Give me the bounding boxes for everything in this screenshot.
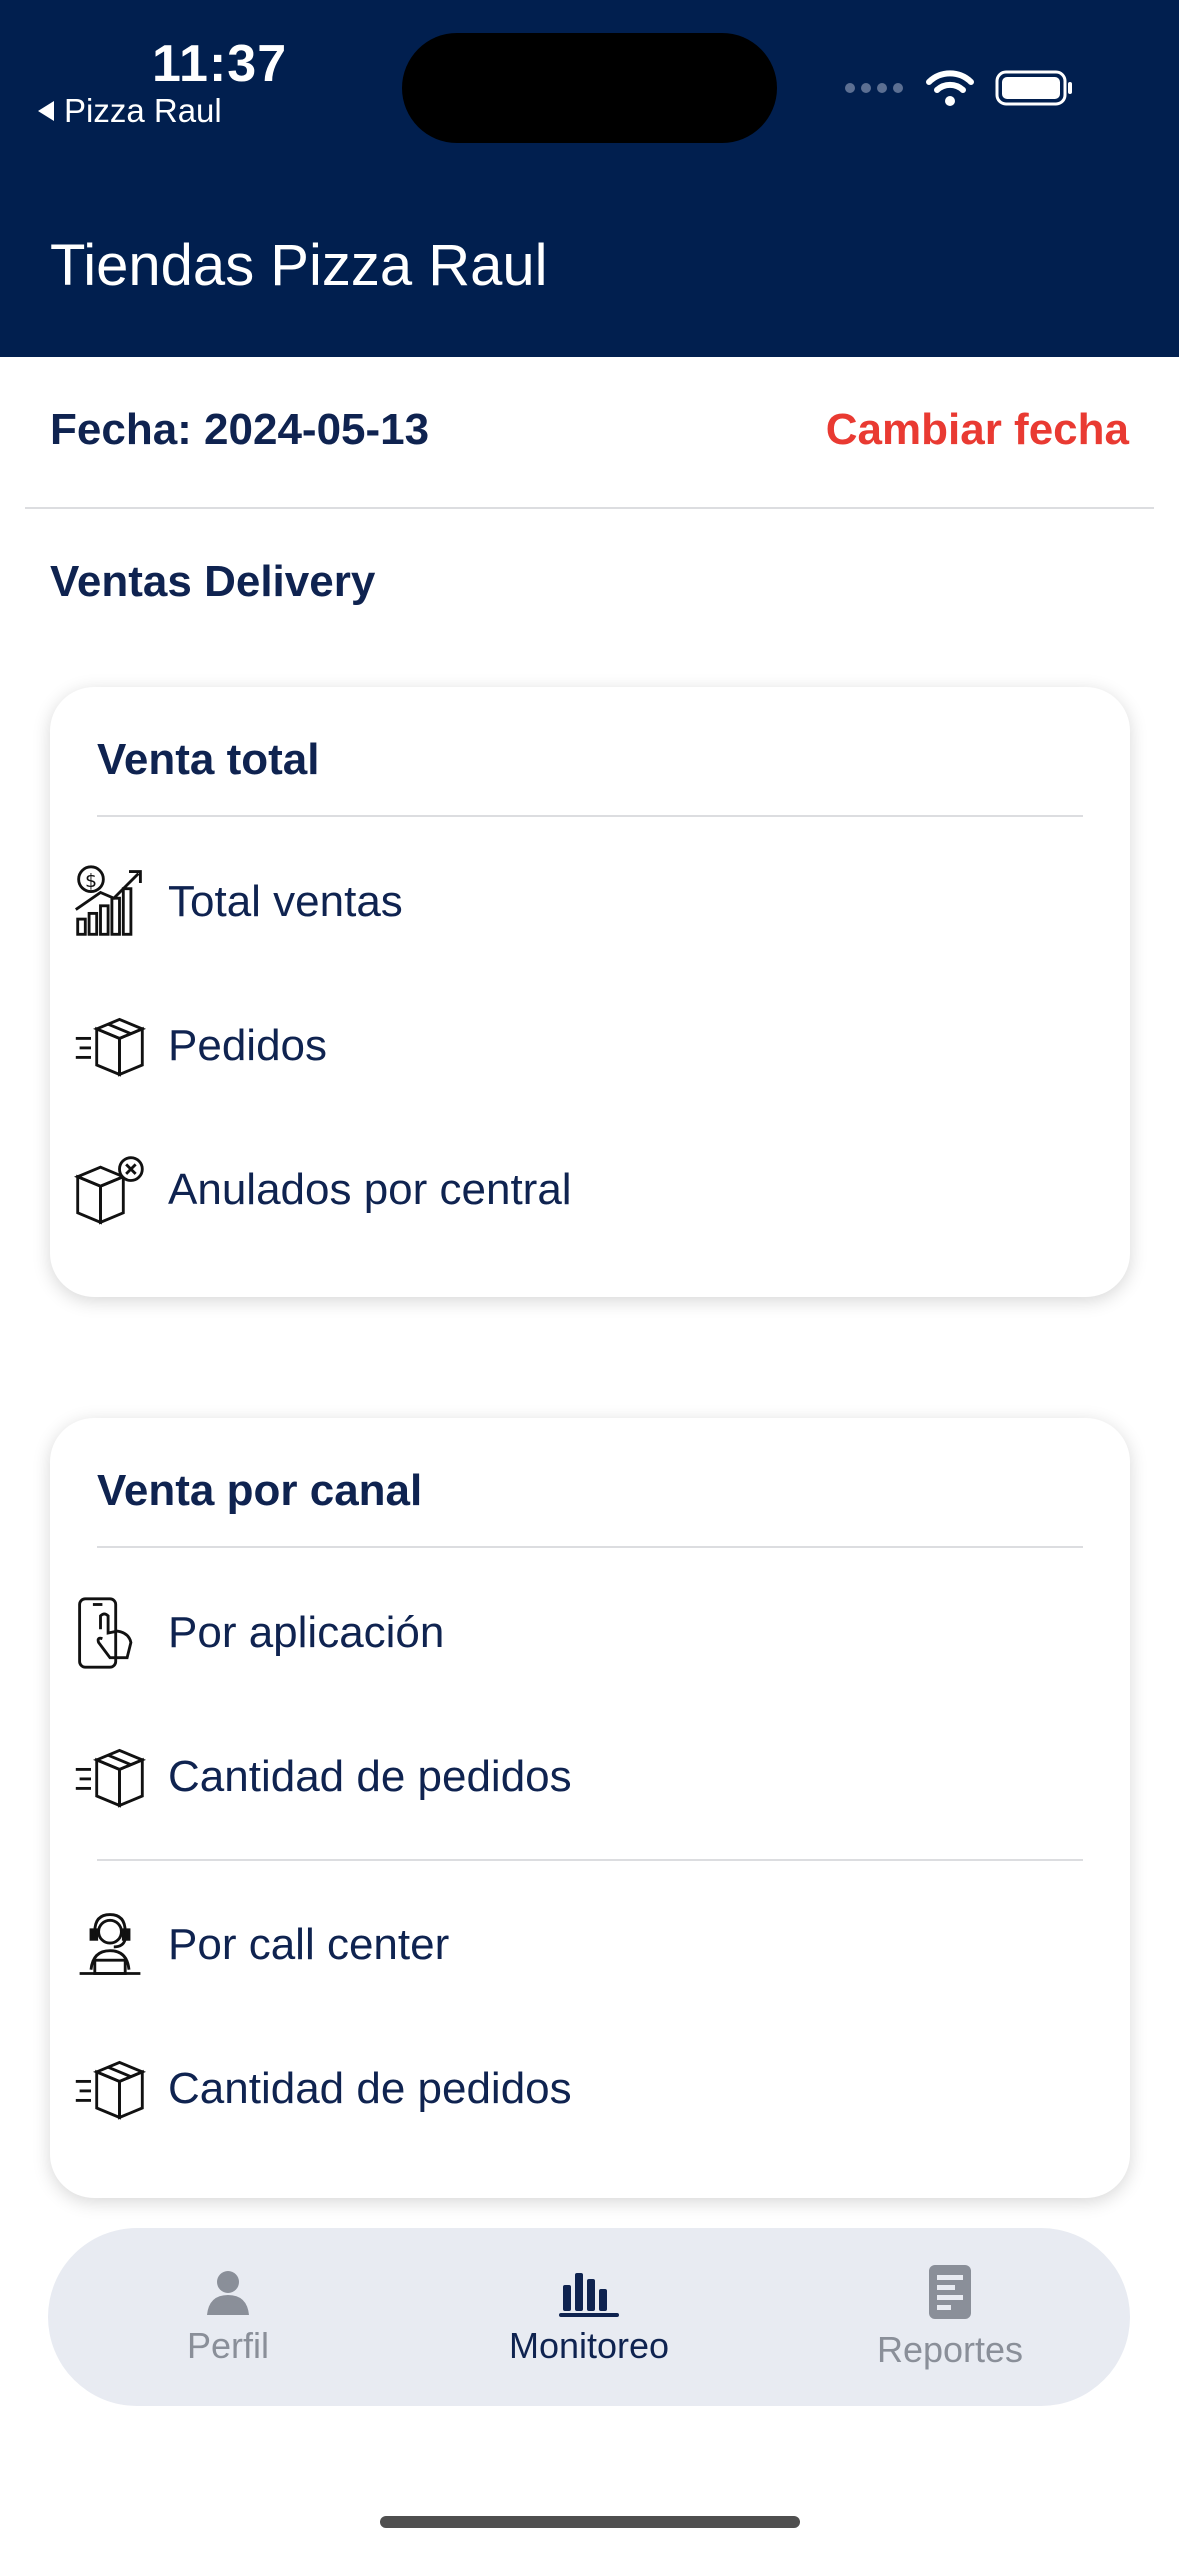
row-label: Por call center xyxy=(168,1920,450,1969)
list-item[interactable]: Anulados por central xyxy=(70,1150,572,1230)
app-header: 11:37 Pizza Raul Tiendas Pizza Raul xyxy=(0,0,1179,357)
tab-label: Perfil xyxy=(186,2325,270,2366)
status-time: 11:37 xyxy=(152,35,288,93)
call-center-agent-icon xyxy=(70,1905,150,1985)
row-label: Cantidad de pedidos xyxy=(168,1752,572,1801)
venta-por-canal-card: Venta por canal Por aplicación Cantidad … xyxy=(50,1418,1130,2198)
divider xyxy=(25,507,1154,509)
list-item[interactable]: Por aplicación xyxy=(70,1593,444,1673)
dynamic-island xyxy=(402,33,777,143)
sales-growth-icon: $ xyxy=(70,862,150,942)
battery-icon xyxy=(995,70,1072,106)
date-label: Fecha: 2024-05-13 xyxy=(50,405,430,454)
date-row: Fecha: 2024-05-13 Cambiar fecha xyxy=(50,405,1129,465)
list-item[interactable]: Por call center xyxy=(70,1905,449,1985)
card-title: Venta por canal xyxy=(97,1466,423,1515)
svg-text:$: $ xyxy=(85,870,97,892)
back-app-label: Pizza Raul xyxy=(64,92,222,129)
tab-label: Reportes xyxy=(876,2329,1024,2370)
list-item[interactable]: Cantidad de pedidos xyxy=(70,2049,572,2129)
change-date-button[interactable]: Cambiar fecha xyxy=(826,405,1129,455)
row-label: Cantidad de pedidos xyxy=(168,2064,572,2113)
phone-tap-icon xyxy=(70,1593,150,1673)
card-divider xyxy=(97,1546,1083,1548)
package-cancel-icon xyxy=(70,1150,150,1230)
bar-chart-icon xyxy=(559,2273,619,2317)
row-label: Anulados por central xyxy=(168,1165,572,1214)
venta-total-card: Venta total $ Total ventas Pedidos Anula… xyxy=(50,687,1130,1297)
back-to-app-link[interactable]: Pizza Raul xyxy=(38,92,222,130)
list-item[interactable]: Cantidad de pedidos xyxy=(70,1737,572,1817)
home-indicator[interactable] xyxy=(380,2516,800,2528)
tab-bar: Perfil Monitoreo Reportes xyxy=(48,2228,1130,2406)
page-title: Tiendas Pizza Raul xyxy=(50,233,548,298)
row-label: Total ventas xyxy=(168,877,403,926)
package-delivery-icon xyxy=(70,1006,150,1086)
back-arrow-icon xyxy=(38,101,54,121)
person-icon xyxy=(207,2271,249,2315)
status-icons xyxy=(845,68,1075,108)
card-divider xyxy=(97,815,1083,817)
tab-label: Monitoreo xyxy=(508,2325,670,2366)
signal-dots-icon xyxy=(845,83,903,93)
card-divider xyxy=(97,1859,1083,1861)
list-item[interactable]: Pedidos xyxy=(70,1006,327,1086)
tab-monitoreo[interactable]: Monitoreo xyxy=(439,2228,739,2406)
section-title: Ventas Delivery xyxy=(50,557,376,606)
report-icon xyxy=(929,2265,971,2319)
tab-perfil[interactable]: Perfil xyxy=(78,2228,378,2406)
wifi-icon xyxy=(926,70,974,106)
tab-reportes[interactable]: Reportes xyxy=(800,2228,1100,2406)
list-item[interactable]: $ Total ventas xyxy=(70,862,403,942)
row-label: Pedidos xyxy=(168,1021,328,1070)
card-title: Venta total xyxy=(97,735,320,784)
package-delivery-icon xyxy=(70,1737,150,1817)
package-delivery-icon xyxy=(70,2049,150,2129)
row-label: Por aplicación xyxy=(168,1608,445,1657)
